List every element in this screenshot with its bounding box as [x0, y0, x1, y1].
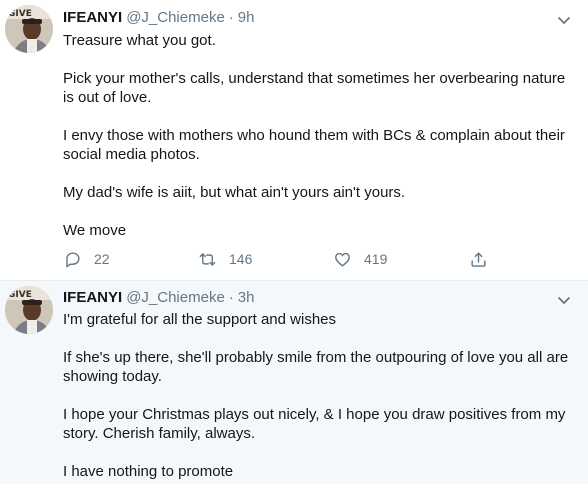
tweet-header: IFEANYI @J_Chiemeke · 9h — [63, 9, 254, 29]
tweet-paragraph: Treasure what you got. — [63, 32, 216, 49]
avatar[interactable]: GIVE — [5, 286, 53, 334]
separator-dot: · — [228, 289, 234, 306]
avatar[interactable]: GIVE — [5, 5, 53, 53]
tweet-paragraph: My dad's wife is aiit, but what ain't yo… — [63, 184, 406, 201]
chevron-down-icon[interactable] — [554, 10, 574, 30]
timestamp[interactable]: 3h — [238, 289, 255, 306]
like-button[interactable]: 419 — [333, 247, 387, 271]
chevron-down-icon[interactable] — [554, 290, 574, 310]
tweet-paragraph: I hope your Christmas plays out nicely, … — [63, 406, 566, 442]
author-handle[interactable]: @J_Chiemeke — [126, 9, 225, 26]
like-count: 419 — [364, 251, 388, 267]
tweet[interactable]: GIVE IFEANYI @J_Chiemeke · 9h Treasure w… — [0, 0, 588, 281]
retweet-icon — [199, 252, 216, 266]
author-handle[interactable]: @J_Chiemeke — [126, 289, 225, 306]
tweet-paragraph: I'm grateful for all the support and wis… — [63, 311, 337, 328]
separator-dot: · — [228, 9, 234, 26]
reply-button[interactable]: 22 — [63, 247, 110, 271]
tweet-paragraph: Pick your mother's calls, understand tha… — [63, 70, 566, 106]
author-name[interactable]: IFEANYI — [63, 9, 122, 26]
tweet-actions: 22 146 419 — [59, 247, 529, 271]
share-icon — [471, 251, 486, 267]
tweet-header: IFEANYI @J_Chiemeke · 3h — [63, 289, 254, 309]
reply-count: 22 — [94, 251, 110, 267]
tweet-paragraph: I have nothing to promote — [63, 463, 234, 480]
author-name[interactable]: IFEANYI — [63, 289, 122, 306]
svg-text:GIVE: GIVE — [8, 290, 32, 300]
retweet-count: 146 — [229, 251, 253, 267]
tweet[interactable]: GIVE IFEANYI @J_Chiemeke · 3h I'm gratef… — [0, 281, 588, 484]
share-button[interactable] — [469, 247, 488, 271]
reply-icon — [66, 251, 80, 267]
timestamp[interactable]: 9h — [238, 9, 255, 26]
svg-text:GIVE: GIVE — [8, 9, 32, 19]
tweet-paragraph: If she's up there, she'll probably smile… — [63, 349, 569, 385]
like-icon — [335, 252, 350, 267]
tweet-paragraph: I envy those with mothers who hound them… — [63, 127, 565, 163]
tweet-paragraph: We move — [63, 222, 127, 239]
retweet-button[interactable]: 146 — [198, 247, 252, 271]
